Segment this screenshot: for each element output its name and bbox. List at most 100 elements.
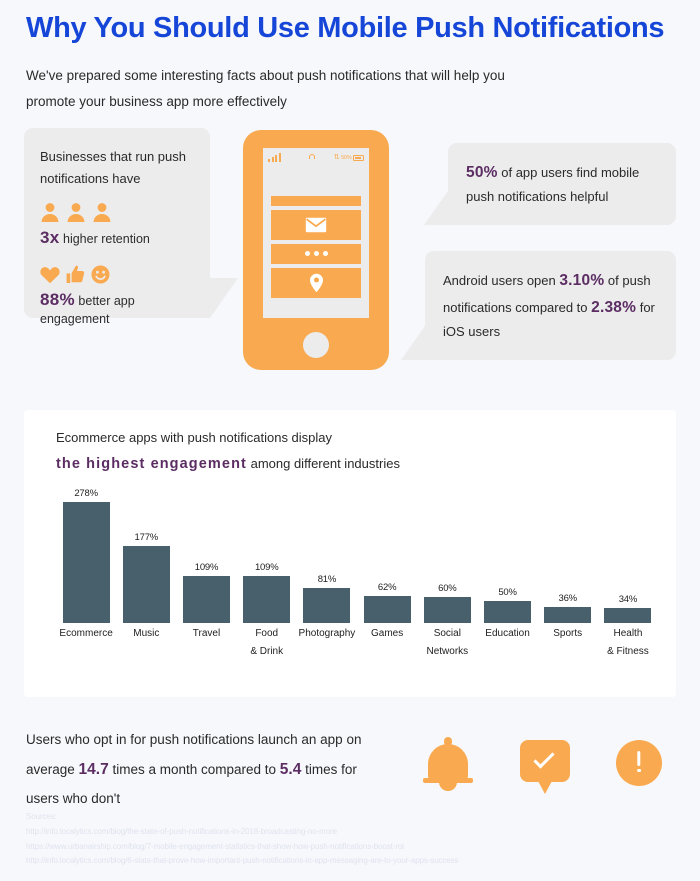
bar-column: 278% [56,488,116,623]
chart-card: Ecommerce apps with push notifications d… [24,410,676,697]
bar [423,596,471,623]
page-subtitle: We've prepared some interesting facts ab… [26,68,505,110]
bar-value-label: 109% [254,561,279,573]
exclamation-circle-icon [616,739,662,786]
bar-value-label: 62% [377,582,397,594]
smiley-icon [91,265,110,284]
bar-chart: 278% 177% 109% 109% 81% 62% 60% 50% 36% 34% Ecomm… [56,488,658,663]
bar [484,601,532,623]
bar-column: 34% [598,488,658,623]
sources-block: Sources: http://info.localytics.com/blog… [26,810,459,869]
bar-value-label: 177% [134,531,159,543]
bar [303,587,351,623]
bar [122,545,170,623]
bottom-value-54: 5.4 [279,760,302,778]
fact-50-percent: 50% of app users find mobile push notifi… [466,159,658,209]
phone-home-button[interactable] [303,331,329,358]
bar-category-label: Travel [192,628,221,639]
stat-better-engagement: 88% better app engagement [40,289,194,327]
phone-status-bar: ⇅ 50% [268,152,365,163]
bar-column: 177% [116,488,176,623]
bar-category-label: Food & Drink [250,628,284,657]
bar [62,502,110,623]
fact-value-238pct: 2.38% [591,298,637,316]
signal-bars-icon [268,152,281,162]
sources-label: Sources: [26,812,57,821]
fact-prefix-android: Android users open [443,272,560,288]
phone-screen: ⇅ 50% [263,147,369,318]
stats-bubble-left: Businesses that run push notifications h… [24,127,238,326]
stats-bubble-right-2: Android users open 3.10% of push notific… [401,250,676,360]
fact-android-ios: Android users open 3.10% of push notific… [443,267,658,344]
engagement-icons-row [40,264,194,284]
source-link[interactable]: http://info.localytics.com/blog/the-stat… [26,825,459,840]
left-bubble-lead: Businesses that run push notifications h… [40,148,186,187]
fact-value-310pct: 3.10% [559,271,605,289]
source-link[interactable]: http://info.localytics.com/blog/6-stats-… [26,854,459,869]
stat-label-retention: higher retention [63,232,150,247]
bar-value-label: 36% [558,593,578,605]
bar-column: 81% [297,488,357,623]
bottom-section: Users who opt in for push notifications … [0,712,700,807]
page-title: Why You Should Use Mobile Push Notificat… [26,12,665,44]
bar-category-label: Games [371,628,404,639]
bar-value-label: 60% [438,582,457,594]
person-icons-row [40,202,194,223]
stat-higher-retention: 3x higher retention [40,227,194,249]
bar [604,608,652,623]
bottom-fact-text: Users who opt in for push notifications … [26,726,386,813]
bar [363,596,411,623]
source-link[interactable]: https://www.urbanairship.com/blog/7-mobi… [26,840,459,855]
bar-column: 36% [538,488,598,623]
bar-category-label: Music [133,628,160,639]
chart-headline-highlight: the highest engagement [56,455,247,472]
phone-illustration: ⇅ 50% [243,129,389,370]
stat-value-88pct: 88% [40,289,75,309]
bar-category-label: Sports [553,628,583,639]
bar [544,607,592,623]
stats-bubble-right-1: 50% of app users find mobile push notifi… [424,142,676,225]
person-icon [92,202,112,223]
bubble-tail [210,277,238,318]
notification-bar-plain [271,195,361,206]
bar-category-label: Education [485,628,530,639]
notification-bar-location [271,267,361,298]
battery-percent-label: 50% [341,154,352,161]
battery-icon [352,154,365,161]
fact-value-50pct: 50% [466,163,498,181]
ellipsis-icon [322,251,328,257]
bottom-value-147: 14.7 [78,760,109,778]
chart-headline-line1: Ecommerce apps with push notifications d… [56,430,333,445]
person-icon [40,202,60,223]
bar-value-label: 109% [194,561,219,573]
bubble-tail [401,325,425,360]
envelope-icon [305,217,327,233]
location-pin-icon [309,273,324,293]
speech-bubble-check-icon [520,734,572,794]
bar-category-label: Photography [298,628,356,639]
bar-category-label: Health & Fitness [607,628,649,657]
heart-icon [40,266,60,284]
header: Why You Should Use Mobile Push Notificat… [0,0,700,116]
bar-value-label: 81% [317,573,337,585]
bar-chart-labels: Ecommerce Music Travel Food & Drink Photograp… [56,625,658,663]
chart-headline: Ecommerce apps with push notifications d… [24,410,676,476]
bar-column: 60% [417,488,477,623]
bottom-text-part2: times a month compared to [108,761,280,777]
bar-value-label: 34% [618,594,638,606]
bottom-icon-row [420,730,670,795]
bell-icon [420,734,476,792]
bar-category-label: Ecommerce [59,628,113,639]
bubble-tail [424,190,448,225]
person-icon [66,202,86,223]
bar-value-label: 50% [498,587,517,599]
bluetooth-icon: ⇅ [333,153,340,161]
bar-value-label: 278% [74,488,98,499]
chart-headline-rest: among different industries [246,455,400,471]
bar-column: 109% [237,488,297,623]
notification-bar-dots [271,243,361,264]
notification-bar-mail [271,209,361,240]
bar-category-label: Social Networks [426,628,469,657]
bar-column: 109% [176,488,236,623]
stat-value-3x: 3x [40,228,60,248]
